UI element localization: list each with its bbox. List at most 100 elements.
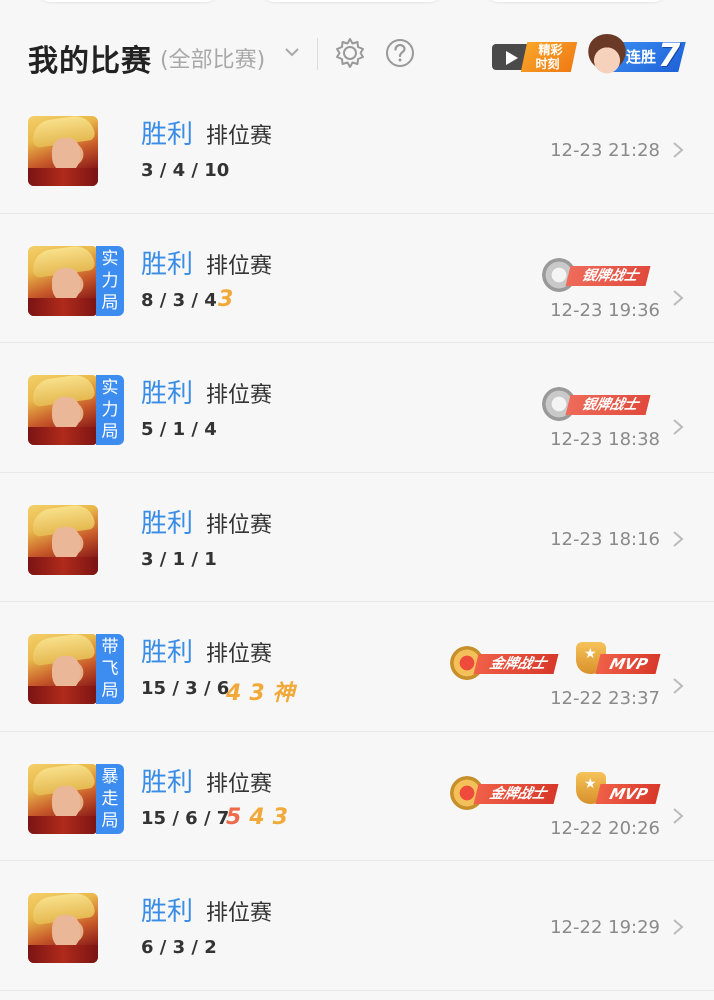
- mode-tag: 带飞局: [96, 634, 124, 704]
- hero-face: [52, 656, 80, 690]
- kill-streak-badge: 神: [272, 681, 303, 706]
- match-datetime: 12-22 20:26: [550, 817, 660, 839]
- hero-face: [52, 526, 80, 561]
- highlights-button[interactable]: 精彩 时刻: [492, 40, 578, 72]
- top-card[interactable]: [262, 0, 442, 2]
- chevron-right-icon[interactable]: [670, 806, 686, 826]
- match-type: 排位赛: [206, 383, 273, 408]
- chevron-right-icon[interactable]: [670, 140, 686, 160]
- match-result: 胜利: [141, 767, 194, 798]
- match-datetime: 12-22 23:37: [550, 688, 660, 709]
- hero-armor: [28, 945, 98, 963]
- match-filter-dropdown[interactable]: (全部比赛): [160, 42, 265, 74]
- match-result: 胜利: [141, 120, 194, 150]
- match-row[interactable]: 实力局胜利 排位赛 5 / 1 / 4 银牌战士 12-23 18:38: [0, 343, 714, 473]
- kill-streak-badge: 5: [226, 804, 250, 830]
- match-list: 胜利 排位赛 3 / 4 / 10 12-23 21:28 实力局胜利 排位赛 8 / 3 …: [0, 84, 714, 991]
- top-card[interactable]: [486, 0, 666, 2]
- match-row[interactable]: 胜利 排位赛 3 / 1 / 1 12-23 18:16: [0, 473, 714, 602]
- match-type: 排位赛: [206, 124, 273, 149]
- hero-armor: [28, 168, 98, 186]
- chevron-right-icon[interactable]: [670, 288, 686, 308]
- medal-label: 金牌战士: [473, 654, 559, 674]
- top-card[interactable]: [38, 0, 218, 2]
- mode-tag-char: 局: [101, 681, 119, 701]
- kill-streak-badge: 3: [249, 681, 273, 706]
- highlights-label: 精彩 时刻: [520, 42, 578, 72]
- hero-face: [52, 785, 80, 820]
- hero-armor: [28, 556, 98, 575]
- silver-medal-badge: 银牌战士: [542, 387, 658, 421]
- match-datetime: 12-23 18:16: [550, 528, 660, 550]
- kda-score: 8 / 3 / 4: [141, 289, 217, 311]
- match-type: 排位赛: [206, 901, 273, 926]
- hero-face: [52, 267, 80, 302]
- win-streak-badge[interactable]: 连胜 7: [586, 34, 688, 78]
- kda-score: 15 / 3 / 6: [141, 678, 230, 699]
- mode-tag-char: 带: [101, 637, 119, 657]
- chevron-down-icon[interactable]: [282, 42, 302, 62]
- match-result: 胜利: [141, 379, 194, 409]
- kill-streak-badge: 4: [226, 681, 250, 706]
- match-result: 胜利: [141, 897, 194, 927]
- kda-score: 5 / 1 / 4: [141, 419, 217, 440]
- chevron-right-icon[interactable]: [670, 676, 686, 696]
- mode-tag-char: 走: [101, 788, 119, 809]
- hero-avatar: [28, 116, 98, 186]
- hero-avatar: [28, 893, 98, 963]
- hero-face: [52, 397, 80, 431]
- chevron-right-icon[interactable]: [670, 417, 686, 437]
- match-row[interactable]: 胜利 排位赛 6 / 3 / 2 12-22 19:29: [0, 861, 714, 991]
- mode-tag-char: 飞: [101, 659, 119, 679]
- match-type: 排位赛: [206, 642, 273, 667]
- highlights-label-line1: 精彩: [538, 43, 563, 57]
- kda-score: 6 / 3 / 2: [141, 937, 217, 958]
- mode-tag: 暴走局: [96, 763, 124, 834]
- kill-streak-badge: 4: [249, 804, 273, 830]
- kill-streak-badge: 3: [272, 804, 296, 830]
- hero-armor: [28, 297, 98, 316]
- medal-label: 银牌战士: [565, 395, 651, 415]
- hero-armor: [28, 686, 98, 704]
- kda-score: 3 / 1 / 1: [141, 548, 217, 570]
- mvp-label: MVP: [595, 783, 661, 804]
- hero-avatar: [28, 504, 98, 575]
- top-cards: [0, 0, 714, 4]
- match-row[interactable]: 实力局胜利 排位赛 8 / 3 / 4 3 银牌战士 12-23 19:36: [0, 214, 714, 343]
- medal-label: 金牌战士: [473, 783, 559, 804]
- mode-tag-char: 局: [101, 292, 119, 313]
- silver-medal-badge: 银牌战士: [542, 257, 658, 292]
- hero-face: [52, 138, 80, 172]
- match-row[interactable]: 胜利 排位赛 3 / 4 / 10 12-23 21:28: [0, 84, 714, 214]
- match-type: 排位赛: [206, 512, 273, 538]
- kill-streak-badges: 43神: [226, 675, 303, 707]
- match-type: 排位赛: [206, 253, 273, 279]
- highlights-label-line2: 时刻: [535, 57, 560, 71]
- mode-tag-char: 实: [101, 248, 119, 269]
- mvp-badge: MVP: [576, 771, 661, 810]
- kill-streak-badge: 3: [218, 286, 242, 312]
- chevron-right-icon[interactable]: [670, 529, 686, 549]
- hero-avatar: [28, 245, 98, 316]
- hero-face: [52, 915, 80, 949]
- match-row[interactable]: 带飞局胜利排位赛15 / 3 / 643神MVP金牌战士12-22 23:37: [0, 602, 714, 732]
- kda-score: 15 / 6 / 7: [141, 807, 230, 829]
- chevron-right-icon[interactable]: [670, 917, 686, 937]
- mode-tag-char: 力: [101, 400, 119, 420]
- match-row[interactable]: 暴走局胜利排位赛 15 / 6 / 7543 MVP 金牌战士 12-22 20:26: [0, 732, 714, 861]
- question-circle-icon[interactable]: [384, 37, 416, 69]
- mode-tag: 实力局: [96, 375, 124, 445]
- divider: [317, 38, 318, 70]
- streak-label: 连胜: [626, 48, 657, 66]
- gear-icon[interactable]: [333, 36, 367, 70]
- match-datetime: 12-23 19:36: [550, 299, 660, 321]
- mode-tag-char: 暴: [101, 766, 119, 787]
- hero-avatar: [28, 634, 98, 704]
- mode-tag: 实力局: [96, 245, 124, 316]
- kda-score: 3 / 4 / 10: [141, 160, 230, 181]
- match-type: 排位赛: [206, 771, 273, 797]
- page-title: 我的比赛: [28, 44, 152, 79]
- match-result: 胜利: [141, 508, 194, 539]
- hero-avatar: [28, 763, 98, 834]
- mvp-badge: MVP: [576, 642, 661, 680]
